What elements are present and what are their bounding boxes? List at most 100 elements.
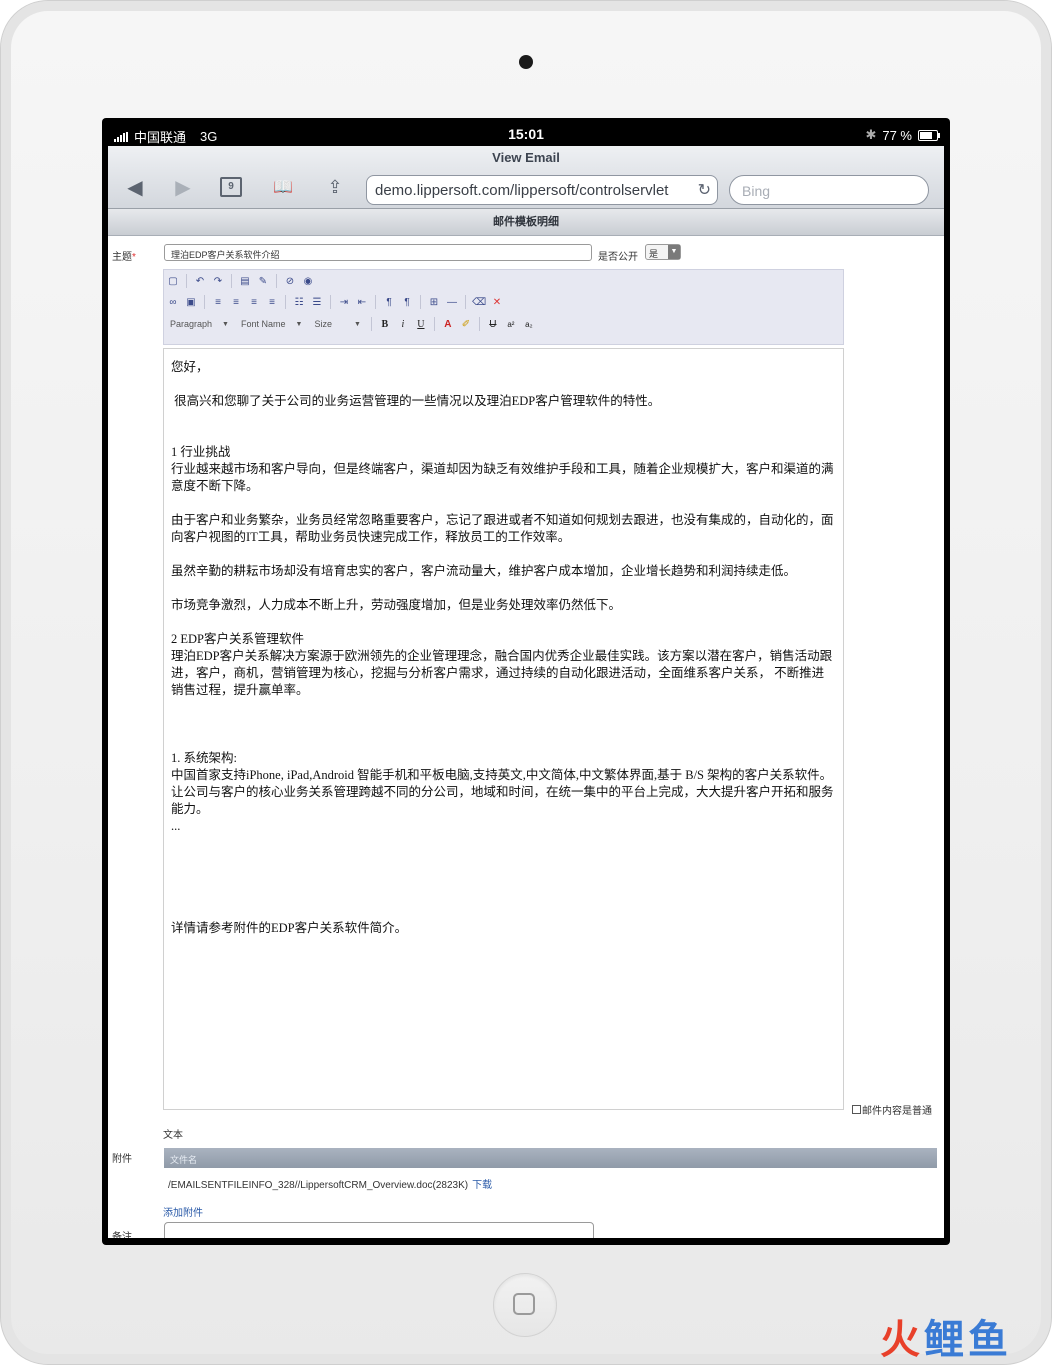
body-paragraph [171, 716, 836, 733]
body-paragraph: ... [171, 819, 181, 833]
forward-button[interactable]: ▶ [168, 174, 198, 200]
remark-input[interactable] [164, 1222, 594, 1238]
body-paragraph: 市场竞争激烈，人力成本不断上升，劳动强度增加，但是业务处理效率仍然低下。 [171, 598, 622, 612]
indent-icon[interactable]: ⇥ [337, 295, 351, 309]
toolbar-divider [465, 295, 466, 309]
page-title: 邮件模板明细 [108, 209, 944, 236]
eraser-icon[interactable]: ⌫ [472, 295, 486, 309]
rtl-icon[interactable]: ¶ [400, 295, 414, 309]
body-paragraph [171, 495, 836, 512]
home-button[interactable] [493, 1273, 557, 1337]
share-icon: ⇪ [327, 176, 343, 197]
watermark-char: 鲤 [924, 1318, 964, 1362]
table-icon[interactable]: ⊞ [427, 295, 441, 309]
strikethrough-icon[interactable]: U [486, 317, 500, 331]
body-paragraph: 1. 系统架构: [171, 751, 237, 765]
body-paragraph: 虽然辛勤的耕耘市场却没有培育忠实的客户，客户流动量大，维护客户成本增加，企业增长… [171, 564, 797, 578]
image-icon[interactable]: ▣ [184, 295, 198, 309]
body-paragraph [171, 733, 836, 750]
toolbar-divider [420, 295, 421, 309]
subject-label: 主题* [112, 252, 136, 263]
browser-title: View Email [492, 150, 560, 165]
paragraph-select[interactable]: Paragraph ▼ [166, 316, 233, 332]
edit-icon[interactable]: ✎ [256, 274, 270, 288]
attachment-label: 附件 [112, 1154, 132, 1165]
remove-format-icon[interactable]: ✕ [490, 295, 504, 309]
font-name-select[interactable]: Font Name ▼ [237, 316, 306, 332]
book-icon: 📖 [273, 179, 293, 196]
email-body-editor[interactable]: 您好， 很高兴和您聊了关于公司的业务运营管理的一些情况以及理泊EDP客户管理软件… [163, 348, 844, 1110]
search-placeholder: Bing [742, 183, 771, 199]
body-paragraph [171, 869, 836, 886]
unordered-list-icon[interactable]: ☰ [310, 295, 324, 309]
battery-icon [918, 129, 940, 141]
body-paragraph: 详情请参考附件的EDP客户关系软件简介。 [171, 921, 408, 935]
battery-fill [920, 131, 933, 139]
plain-text-checkbox[interactable]: 邮件内容是普通 [852, 1102, 932, 1117]
toolbar-divider [370, 317, 372, 331]
subscript-icon[interactable]: a₂ [522, 317, 536, 331]
dropdown-arrow-icon: ▼ [668, 245, 680, 259]
superscript-icon[interactable]: a² [504, 317, 518, 331]
align-left-icon[interactable]: ≡ [211, 295, 225, 309]
toolbar-divider [231, 274, 232, 288]
clock: 15:01 [508, 126, 544, 142]
align-right-icon[interactable]: ≡ [247, 295, 261, 309]
screen: 中国联通 3G 15:01 ✱ 77 % View Email ◀ ▶ 9 📖 … [108, 124, 944, 1238]
share-button[interactable]: ⇪ [320, 174, 350, 200]
color-picker-icon[interactable]: ◉ [301, 274, 315, 288]
ltr-icon[interactable]: ¶ [382, 295, 396, 309]
checkbox[interactable] [852, 1105, 861, 1114]
dropdown-arrow-icon: ▼ [222, 320, 229, 328]
link-icon[interactable]: ∞ [166, 295, 180, 309]
tabs-icon: 9 [220, 177, 242, 197]
bold-icon[interactable]: B [378, 317, 392, 331]
public-select[interactable]: 是 ▼ [645, 244, 681, 260]
dropdown-arrow-icon: ▼ [353, 320, 361, 328]
search-field[interactable]: Bing [729, 175, 929, 205]
battery-percent: 77 % [882, 127, 912, 143]
bookmarks-button[interactable]: 📖 [268, 174, 298, 200]
source-icon[interactable]: ▤ [238, 274, 252, 288]
download-link[interactable]: 下载 [472, 1180, 492, 1191]
body-paragraph [171, 376, 836, 393]
url-text: demo.lippersoft.com/lippersoft/controlse… [375, 182, 669, 199]
body-paragraph [171, 699, 836, 716]
horizontal-rule-icon[interactable]: — [445, 295, 459, 309]
toolbar-divider [276, 274, 277, 288]
undo-icon[interactable]: ↶ [193, 274, 207, 288]
italic-icon[interactable]: i [396, 317, 410, 331]
align-justify-icon[interactable]: ≡ [265, 295, 279, 309]
ordered-list-icon[interactable]: ☷ [292, 295, 306, 309]
body-paragraph [171, 852, 836, 869]
status-bar: 中国联通 3G 15:01 ✱ 77 % [108, 124, 944, 146]
remark-label: 备注 [112, 1232, 132, 1238]
body-paragraph [171, 580, 836, 597]
attachment-row: /EMAILSENTFILEINFO_328//LippersoftCRM_Ov… [168, 1176, 492, 1191]
fullscreen-icon[interactable]: ▢ [166, 274, 180, 288]
outdent-icon[interactable]: ⇤ [355, 295, 369, 309]
toolbar-divider [186, 274, 187, 288]
reload-icon[interactable]: ↻ [698, 180, 711, 200]
highlight-icon[interactable]: ✐ [459, 317, 473, 331]
browser-toolbar: View Email ◀ ▶ 9 📖 ⇪ demo.lippersoft.com… [108, 146, 944, 209]
body-paragraph [171, 614, 836, 631]
toolbar-divider [285, 295, 286, 309]
clean-icon[interactable]: ⊘ [283, 274, 297, 288]
body-paragraph: 很高兴和您聊了关于公司的业务运营管理的一些情况以及理泊EDP客户管理软件的特性。 [171, 394, 661, 408]
align-center-icon[interactable]: ≡ [229, 295, 243, 309]
url-bar[interactable]: demo.lippersoft.com/lippersoft/controlse… [366, 175, 718, 205]
add-attachment-link[interactable]: 添加附件 [163, 1204, 203, 1219]
home-square-icon [513, 1293, 535, 1315]
tabs-button[interactable]: 9 [216, 174, 246, 200]
redo-icon[interactable]: ↷ [211, 274, 225, 288]
body-paragraph [171, 427, 836, 444]
text-color-icon[interactable]: A [441, 317, 455, 331]
font-size-select[interactable]: Size ▼ [310, 316, 364, 332]
subject-input[interactable]: 理泊EDP客户关系软件介绍 [164, 244, 592, 261]
underline-icon[interactable]: U [414, 317, 428, 331]
toolbar-divider [433, 317, 435, 331]
body-paragraph: 1 行业挑战 [171, 445, 231, 459]
back-button[interactable]: ◀ [120, 174, 150, 200]
editor-toolbar: ▢ ↶ ↷ ▤ ✎ ⊘ ◉ ∞ ▣ ≡ ≡ ≡ ≡ ☷ ☰ ⇥ ⇤ ¶ ¶ ⊞ … [163, 269, 844, 345]
